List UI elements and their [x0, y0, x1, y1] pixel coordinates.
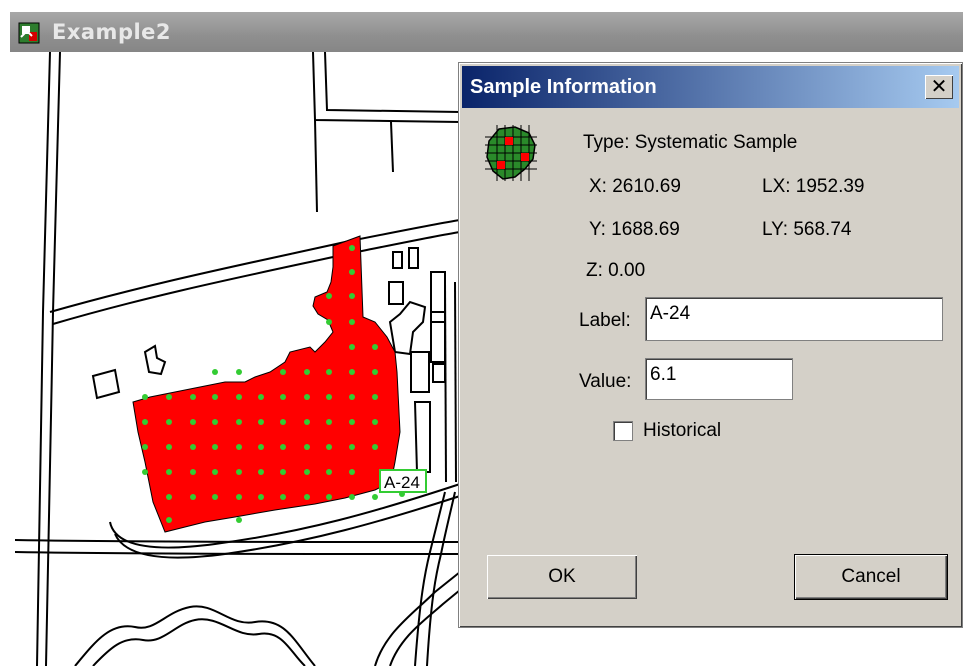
sample-information-dialog: Sample Information ✕ Type: Systematic Sa… — [458, 62, 963, 628]
value-field-value: 6.1 — [650, 364, 677, 385]
x-coordinate: X: 2610.69 — [589, 176, 681, 197]
ok-button-label: OK — [548, 566, 576, 587]
cancel-button[interactable]: Cancel — [794, 554, 948, 600]
sample-label-text: A-24 — [384, 473, 420, 492]
y-coordinate: Y: 1688.69 — [589, 219, 680, 240]
label-field[interactable]: A-24 — [645, 297, 943, 341]
window-title: Example2 — [52, 20, 172, 44]
window-titlebar[interactable]: Example2 — [10, 12, 963, 52]
ok-button[interactable]: OK — [487, 555, 637, 599]
value-caption: Value: — [579, 371, 632, 392]
close-button[interactable]: ✕ — [925, 75, 953, 99]
value-field[interactable]: 6.1 — [645, 358, 793, 400]
ly-coordinate: LY: 568.74 — [762, 219, 852, 240]
sample-type-icon — [485, 125, 537, 186]
dialog-titlebar[interactable]: Sample Information ✕ — [462, 66, 959, 108]
type-text: Type: Systematic Sample — [583, 132, 798, 153]
historical-checkbox[interactable] — [613, 421, 633, 441]
historical-label[interactable]: Historical — [643, 420, 721, 442]
close-icon: ✕ — [930, 74, 948, 98]
label-field-value: A-24 — [650, 303, 691, 324]
label-caption: Label: — [579, 310, 631, 331]
app-icon — [18, 22, 40, 44]
lx-coordinate: LX: 1952.39 — [762, 176, 865, 197]
cancel-button-label: Cancel — [841, 566, 901, 587]
z-coordinate: Z: 0.00 — [586, 260, 646, 281]
dialog-title: Sample Information — [470, 76, 657, 98]
